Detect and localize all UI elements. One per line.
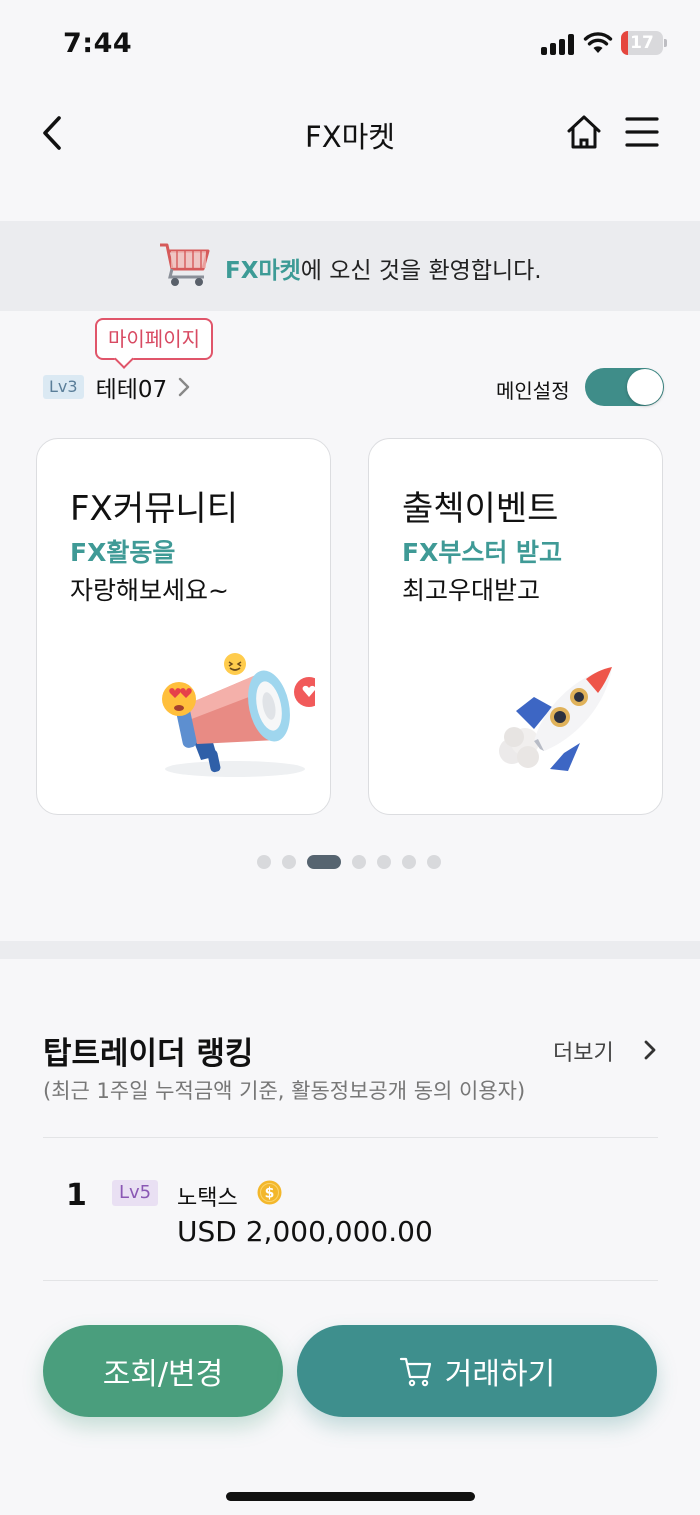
divider [43, 1280, 658, 1281]
mypage-tooltip[interactable]: 마이페이지 [95, 318, 213, 360]
welcome-highlight: FX마켓 [225, 258, 301, 284]
navigation-header: FX마켓 [0, 88, 700, 180]
section-divider [0, 941, 700, 959]
ranking-subtitle: (최근 1주일 누적금액 기준, 활동정보공개 동의 이용자) [43, 1079, 526, 1103]
wifi-icon [583, 32, 613, 53]
card-highlight: FX부스터 받고 [402, 538, 563, 567]
card-subtitle: 최고우대받고 [402, 576, 541, 605]
inquiry-change-button[interactable]: 조회/변경 [43, 1325, 283, 1417]
card-title: FX커뮤니티 [70, 489, 238, 529]
level-badge: Lv3 [43, 375, 84, 399]
rocket-icon [499, 667, 612, 771]
carousel-dot[interactable] [352, 855, 366, 869]
toggle-knob [627, 369, 663, 405]
main-setting-label: 메인설정 [496, 379, 570, 403]
home-indicator [226, 1492, 475, 1501]
status-bar: 7:44 17 [0, 0, 700, 88]
carousel-dot[interactable] [377, 855, 391, 869]
carousel-dot-active[interactable] [307, 855, 341, 869]
carousel-dot[interactable] [427, 855, 441, 869]
main-setting-toggle[interactable] [585, 368, 664, 406]
megaphone-icon [162, 653, 315, 777]
svg-text:$: $ [265, 1186, 275, 1202]
button-label: 조회/변경 [102, 1357, 224, 1392]
card-highlight: FX활동을 [70, 538, 176, 567]
shopping-cart-icon [160, 243, 210, 286]
trader-name: 노택스 [177, 1186, 238, 1211]
level-badge: Lv5 [112, 1180, 159, 1206]
carousel-dot[interactable] [282, 855, 296, 869]
card-title: 출첵이벤트 [402, 489, 559, 529]
rank-number: 1 [66, 1178, 87, 1213]
trade-amount: USD 2,000,000.00 [177, 1215, 433, 1248]
promo-card-attendance-event[interactable]: 출첵이벤트 FX부스터 받고 최고우대받고 [368, 438, 663, 815]
welcome-banner: FX마켓에 오신 것을 환영합니다. [0, 221, 700, 311]
carousel-dot[interactable] [402, 855, 416, 869]
battery-icon: 17 [621, 31, 667, 55]
welcome-text: 에 오신 것을 환영합니다. [300, 258, 542, 284]
shopping-cart-icon [399, 1357, 431, 1387]
welcome-message: FX마켓에 오신 것을 환영합니다. [225, 251, 542, 285]
ranking-more-link[interactable]: 더보기 [553, 1035, 614, 1067]
dollar-coin-icon: $ [257, 1180, 282, 1205]
home-icon[interactable] [564, 112, 604, 152]
user-profile-link[interactable]: Lv3 테테07 [43, 370, 191, 404]
trade-button[interactable]: 거래하기 [297, 1325, 657, 1417]
button-label: 거래하기 [444, 1357, 556, 1392]
divider [43, 1137, 658, 1138]
ranking-title: 탑트레이더 랭킹 [43, 1036, 254, 1072]
chevron-right-icon [178, 377, 190, 397]
hamburger-menu-icon[interactable] [624, 114, 660, 150]
card-subtitle: 자랑해보세요~ [70, 576, 229, 605]
carousel-dot[interactable] [257, 855, 271, 869]
cellular-signal-icon [541, 33, 575, 55]
chevron-right-icon[interactable] [642, 1038, 658, 1062]
status-time: 7:44 [63, 28, 133, 59]
battery-level: 17 [630, 33, 654, 53]
carousel-pagination [257, 854, 452, 870]
user-nickname: 테테07 [95, 377, 168, 403]
promo-card-fx-community[interactable]: FX커뮤니티 FX활동을 자랑해보세요~ [36, 438, 331, 815]
